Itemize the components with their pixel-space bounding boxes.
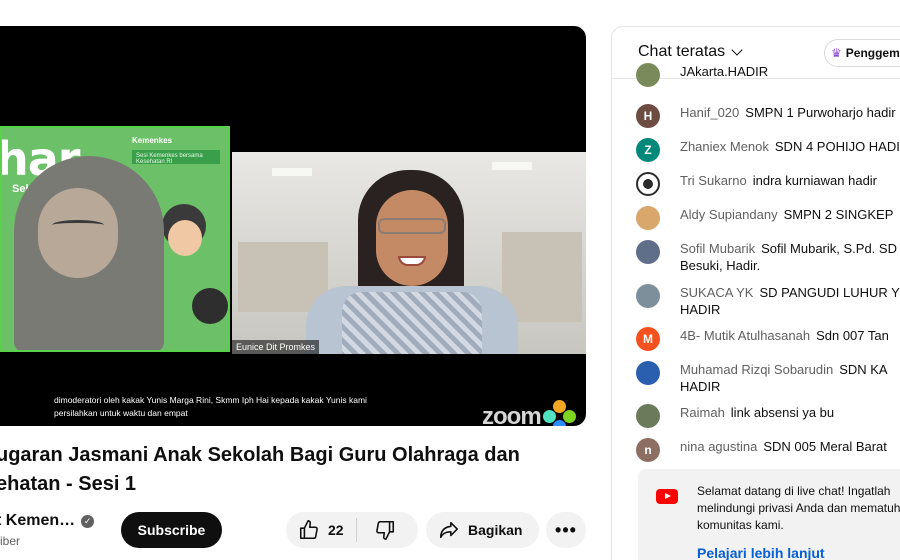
ceiling-light — [272, 168, 312, 176]
speaker-face — [376, 190, 448, 286]
chat-message-text: Muhamad Rizqi Sobarudin SDN KA HADIR — [680, 361, 900, 395]
chat-message-body: link absensi ya bu — [730, 405, 835, 420]
chat-message: SUKACA YK SD PANGUDI LUHUR YK HADIR — [636, 284, 900, 318]
chat-mode-dropdown[interactable]: Chat teratas — [638, 43, 743, 61]
participant-face — [38, 188, 118, 278]
chat-message-body: indra kurniawan hadir — [752, 173, 878, 188]
youtube-icon — [656, 489, 678, 504]
chat-message: H Hanif_020 SMPN 1 Purwoharjo hadir — [636, 104, 900, 128]
chat-message-body: SMPN 2 SINGKEP — [783, 207, 894, 222]
illustration-child-face — [168, 220, 202, 256]
chevron-down-icon — [731, 44, 743, 56]
chat-author[interactable]: Aldy Supiandany — [680, 207, 778, 222]
video-title: ugaran Jasmani Anak Sekolah Bagi Guru Ol… — [0, 444, 520, 495]
chat-message-body: SDN 005 Meral Barat — [763, 439, 887, 454]
chat-message-text: nina agustina SDN 005 Meral Barat — [680, 438, 900, 455]
speaker-glasses — [378, 218, 446, 234]
supporters-label: Penggem — [845, 46, 900, 60]
thumbs-down-icon — [375, 520, 394, 540]
chat-avatar: H — [636, 104, 660, 128]
slide-brand: Kemenkes — [132, 136, 173, 145]
chat-message-text: Aldy Supiandany SMPN 2 SINGKEP — [680, 206, 900, 223]
thumbs-up-icon — [299, 520, 318, 540]
chat-message-body: SMPN 1 Purwoharjo hadir — [745, 105, 896, 120]
channel-name[interactable]: t Kemen… ✓ — [0, 512, 95, 530]
chat-message: Raimah link absensi ya bu — [636, 404, 900, 428]
crown-icon: ♛ — [831, 46, 842, 60]
like-dislike-group: 22 — [286, 512, 418, 548]
slide-box-text: Sesi Kemenkes bersama Kesehatan RI — [132, 150, 220, 165]
chat-title-text: Chat teratas — [638, 43, 726, 60]
chat-message-body: SDN 4 POHIJO HADIR — [774, 139, 900, 154]
live-chat-panel: Chat teratas ♛ Penggem JAkarta.HADIR H H… — [611, 26, 900, 560]
participant-tile-speaker: Eunice Dit Promkes — [232, 152, 586, 354]
chat-message-text: Tri Sukarno indra kurniawan hadir — [680, 172, 900, 189]
chat-avatar: n — [636, 438, 660, 462]
chat-avatar: Z — [636, 138, 660, 162]
chat-message: Muhamad Rizqi Sobarudin SDN KA HADIR — [636, 361, 900, 395]
welcome-text: Selamat datang di live chat! Ingatlah me… — [697, 484, 900, 532]
chat-message: Z Zhaniex Menok SDN 4 POHIJO HADIR — [636, 138, 900, 162]
speaker-name-tag: Eunice Dit Promkes — [232, 340, 320, 354]
chat-message-text: 4B- Mutik Atulhasanah Sdn 007 Tan — [680, 327, 900, 344]
chat-avatar — [636, 361, 660, 385]
chat-author[interactable]: Hanif_020 — [680, 105, 739, 120]
participant-tile-presentation: har Sekolah Kemenkes Sesi Kemenkes bersa… — [0, 126, 230, 352]
speaker-shawl — [342, 292, 482, 354]
chat-message: JAkarta.HADIR — [636, 63, 900, 87]
chat-message: n nina agustina SDN 005 Meral Barat — [636, 438, 900, 462]
channel-name-text[interactable]: t Kemen… — [0, 512, 75, 530]
chat-message-text: Raimah link absensi ya bu — [680, 404, 900, 421]
chat-message: Tri Sukarno indra kurniawan hadir — [636, 172, 900, 196]
welcome-banner: Selamat datang di live chat! Ingatlah me… — [638, 469, 900, 560]
chat-author[interactable]: Tri Sukarno — [680, 173, 747, 188]
chat-avatar — [636, 404, 660, 428]
chat-message-text: Zhaniex Menok SDN 4 POHIJO HADIR — [680, 138, 900, 155]
chat-message: Aldy Supiandany SMPN 2 SINGKEP — [636, 206, 900, 230]
chat-avatar — [636, 172, 660, 196]
chat-author[interactable]: SUKACA YK — [680, 285, 753, 300]
zoom-logo-text: zoom — [482, 403, 542, 426]
illustration-child-small — [192, 288, 228, 324]
like-button[interactable]: 22 — [286, 512, 356, 548]
chat-author[interactable]: 4B- Mutik Atulhasanah — [680, 328, 810, 343]
share-label: Bagikan — [468, 522, 523, 538]
zoom-logo: zoom — [482, 400, 577, 426]
ceiling-light — [492, 162, 532, 170]
share-arrow-icon — [439, 521, 459, 539]
learn-more-link[interactable]: Pelajari lebih lanjut — [697, 545, 825, 560]
chat-message: M 4B- Mutik Atulhasanah Sdn 007 Tan — [636, 327, 900, 351]
live-caption: dimoderatori oleh kakak Yunis Marga Rini… — [50, 394, 406, 420]
chat-avatar — [636, 63, 660, 87]
chat-message: Sofil Mubarik Sofil Mubarik, S.Pd. SD Bes… — [636, 240, 900, 274]
chat-message-text: Hanif_020 SMPN 1 Purwoharjo hadir — [680, 104, 900, 121]
more-actions-button[interactable]: ••• — [546, 512, 586, 548]
chat-author[interactable]: Zhaniex Menok — [680, 139, 769, 154]
chat-message-text: SUKACA YK SD PANGUDI LUHUR YK HADIR — [680, 284, 900, 318]
verified-check-icon: ✓ — [81, 514, 95, 528]
video-player[interactable]: har Sekolah Kemenkes Sesi Kemenkes bersa… — [0, 26, 586, 426]
participant-eyes — [52, 220, 104, 230]
subscriber-count: riber — [0, 534, 21, 548]
chat-avatar — [636, 240, 660, 264]
subscribe-button[interactable]: Subscribe — [121, 512, 222, 548]
like-count: 22 — [328, 522, 344, 538]
chat-author[interactable]: nina agustina — [680, 439, 757, 454]
chat-avatar: M — [636, 327, 660, 351]
share-button[interactable]: Bagikan — [426, 512, 539, 548]
dislike-button[interactable] — [357, 512, 413, 548]
chat-author[interactable]: Raimah — [680, 405, 725, 420]
chat-message-body: JAkarta.HADIR — [680, 64, 769, 79]
zoom-flower-icon — [542, 400, 577, 426]
chat-message-text: Sofil Mubarik Sofil Mubarik, S.Pd. SD Bes… — [680, 240, 900, 274]
chat-avatar — [636, 284, 660, 308]
chat-message-text: JAkarta.HADIR — [680, 63, 900, 80]
chat-message-body: Sdn 007 Tan — [816, 328, 889, 343]
chat-author[interactable]: Muhamad Rizqi Sobarudin — [680, 362, 833, 377]
chat-avatar — [636, 206, 660, 230]
chat-author[interactable]: Sofil Mubarik — [680, 241, 755, 256]
